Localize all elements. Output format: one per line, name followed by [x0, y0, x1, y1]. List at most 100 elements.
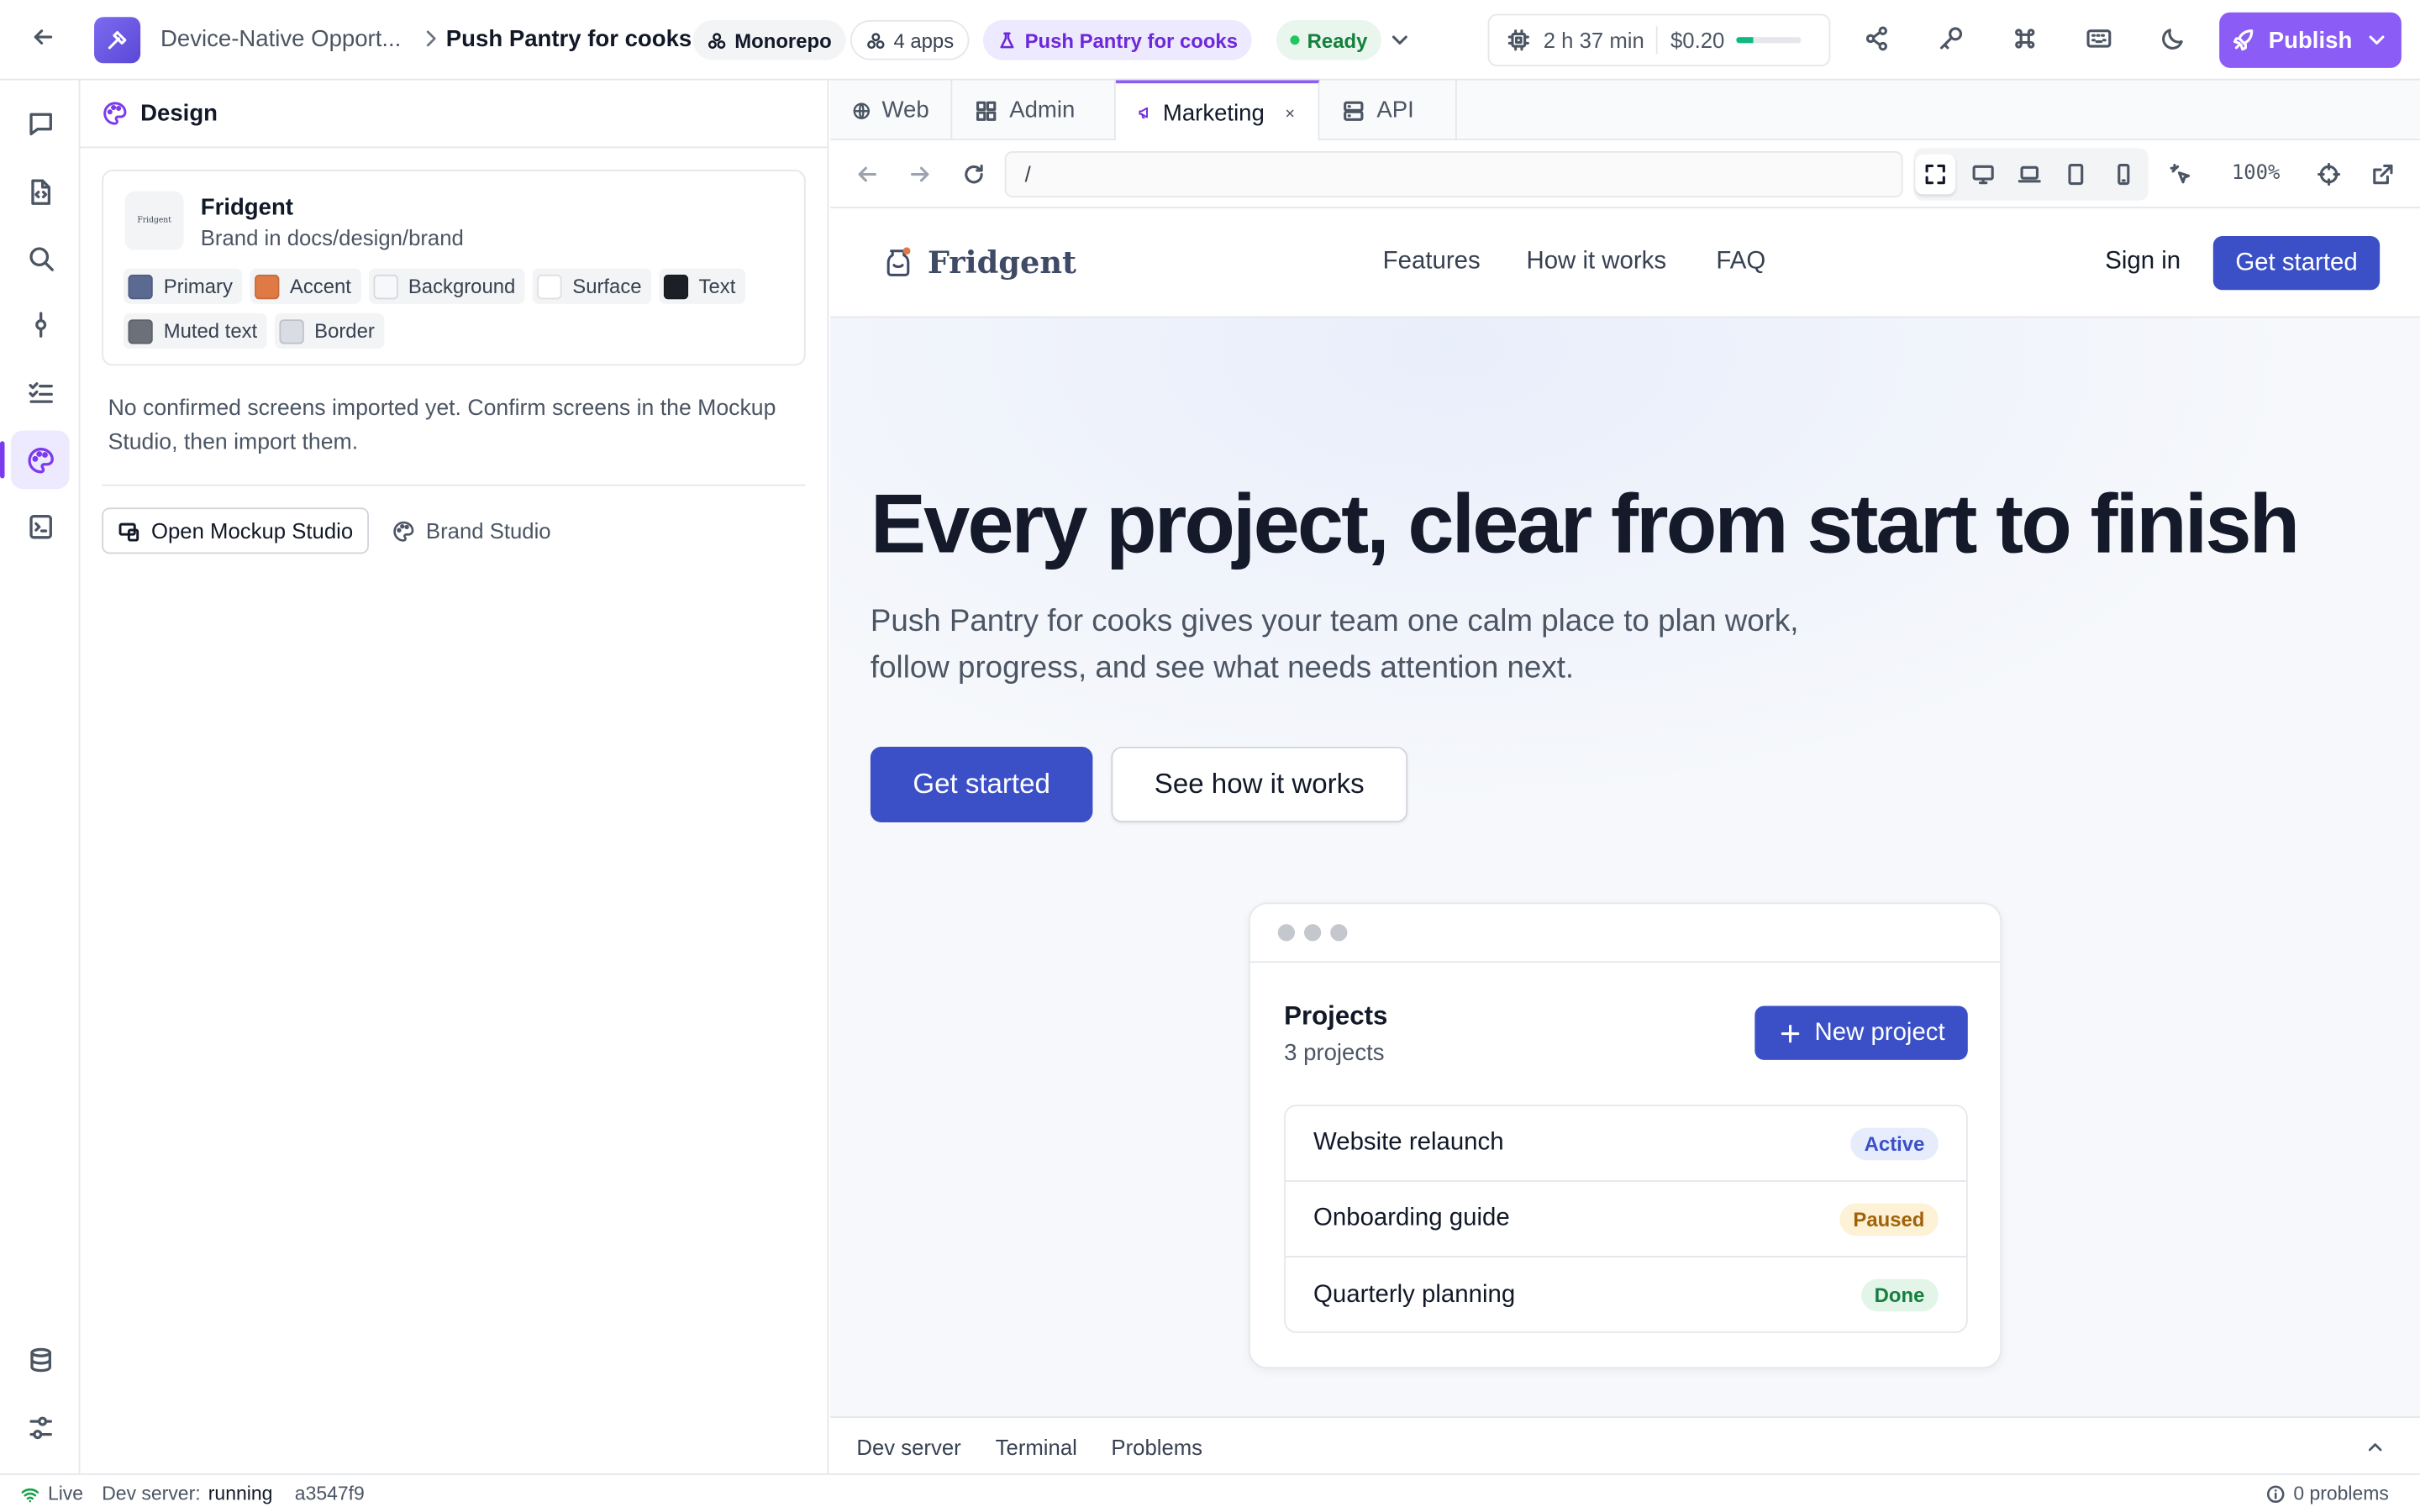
- chat-icon[interactable]: [11, 94, 70, 153]
- product-mockup: Projects 3 projects New project Website …: [1248, 902, 2002, 1369]
- zoom-level[interactable]: 100%: [2232, 162, 2281, 186]
- divider: [102, 484, 806, 486]
- list-item[interactable]: Onboarding guide Paused: [1285, 1182, 1966, 1257]
- dev-server-label: Dev server:: [102, 1483, 201, 1504]
- color-swatch[interactable]: Surface: [532, 268, 651, 304]
- cubes-icon: [867, 32, 885, 49]
- hero-get-started-button[interactable]: Get started: [870, 746, 1093, 822]
- apps-badge[interactable]: 4 apps: [850, 19, 970, 60]
- tab-marketing[interactable]: Marketing: [1115, 80, 1320, 142]
- color-swatch[interactable]: Text: [658, 268, 745, 304]
- project-badge[interactable]: Push Pantry for cooks: [982, 19, 1252, 60]
- tab-admin[interactable]: Admin: [952, 80, 1116, 141]
- brand-studio-button[interactable]: Brand Studio: [392, 507, 551, 554]
- fullscreen-icon[interactable]: [1915, 154, 1956, 195]
- usage-stats[interactable]: 2 h 37 min $0.20: [1487, 13, 1831, 66]
- palette-icon[interactable]: [10, 430, 70, 490]
- monorepo-badge[interactable]: Monorepo: [692, 19, 846, 60]
- jar-icon: [886, 247, 911, 276]
- monorepo-label: Monorepo: [734, 28, 832, 52]
- code-file-icon[interactable]: [11, 162, 70, 221]
- desktop-icon[interactable]: [1963, 155, 2003, 195]
- app-logo-icon[interactable]: [94, 17, 141, 64]
- tab-terminal[interactable]: Terminal: [996, 1435, 1077, 1459]
- live-label: Live: [47, 1483, 84, 1504]
- brand-studio-label: Brand Studio: [425, 518, 551, 543]
- breadcrumb-parent[interactable]: Device-Native Opport...: [160, 26, 401, 52]
- panel-header: Design: [80, 81, 828, 149]
- tab-problems[interactable]: Problems: [1111, 1435, 1202, 1459]
- color-swatch[interactable]: Background: [368, 268, 525, 304]
- chevron-up-icon[interactable]: [2365, 1436, 2386, 1458]
- nav-features[interactable]: Features: [1383, 249, 1481, 276]
- tab-api[interactable]: API: [1319, 80, 1457, 141]
- commit-icon[interactable]: [11, 295, 70, 354]
- mockup-icon: [118, 522, 139, 541]
- sparkle-pointer-icon[interactable]: [2169, 162, 2193, 186]
- sign-in-link[interactable]: Sign in: [2105, 249, 2181, 276]
- tablet-icon[interactable]: [2055, 155, 2096, 195]
- laptop-icon[interactable]: [2009, 155, 2049, 195]
- publish-label: Publish: [2268, 27, 2353, 54]
- hero-text: Push Pantry for cooks gives your team on…: [870, 604, 1799, 685]
- tab-label: Web: [881, 97, 929, 123]
- status-badge: Done: [1860, 1278, 1939, 1312]
- moon-icon[interactable]: [2160, 24, 2187, 52]
- left-rail: [0, 80, 81, 1474]
- budget-progress-fill: [1737, 37, 1754, 44]
- tab-dev-server[interactable]: Dev server: [856, 1435, 960, 1459]
- projects-count: 3 projects: [1284, 1039, 1385, 1067]
- tab-web[interactable]: Web: [830, 80, 953, 141]
- search-icon[interactable]: [11, 228, 70, 287]
- brand-card[interactable]: Fridgent Fridgent Brand in docs/design/b…: [102, 170, 806, 366]
- swatch-label: Background: [408, 274, 516, 298]
- share-icon[interactable]: [1863, 24, 1891, 52]
- arrow-left-icon[interactable]: [855, 162, 880, 186]
- url-input[interactable]: /: [1004, 150, 1903, 198]
- arrow-right-icon[interactable]: [908, 162, 932, 186]
- key-icon[interactable]: [1937, 24, 1965, 52]
- open-mockup-studio-button[interactable]: Open Mockup Studio: [102, 507, 369, 554]
- color-swatch[interactable]: Accent: [250, 268, 360, 304]
- back-arrow-icon[interactable]: [31, 24, 55, 49]
- device-toggle: [1913, 148, 2149, 201]
- new-project-label: New project: [1814, 1019, 1945, 1046]
- project-name: Quarterly planning: [1313, 1281, 1516, 1308]
- problems-count[interactable]: 0 problems: [2265, 1483, 2389, 1504]
- chevron-down-icon: [2369, 35, 2385, 45]
- new-project-button[interactable]: New project: [1754, 1005, 1968, 1060]
- commit-hash: a3547f9: [294, 1483, 365, 1504]
- nav-get-started-button[interactable]: Get started: [2212, 236, 2381, 291]
- projects-list: Website relaunch Active Onboarding guide…: [1284, 1105, 1968, 1333]
- site-preview: Fridgent Features How it works FAQ Sign …: [830, 209, 2420, 1417]
- status-badge[interactable]: Ready: [1276, 19, 1381, 60]
- nav-faq[interactable]: FAQ: [1716, 249, 1765, 276]
- terminal-doc-icon[interactable]: [11, 496, 70, 555]
- see-how-it-works-button[interactable]: See how it works: [1111, 746, 1408, 822]
- reload-icon[interactable]: [961, 162, 986, 186]
- list-item[interactable]: Website relaunch Active: [1285, 1106, 1966, 1182]
- keyboard-icon[interactable]: [2085, 24, 2112, 52]
- phone-icon[interactable]: [2103, 155, 2144, 195]
- database-icon[interactable]: [11, 1330, 70, 1389]
- nav-how-it-works[interactable]: How it works: [1526, 249, 1666, 276]
- list-item[interactable]: Quarterly planning Done: [1286, 1257, 1966, 1331]
- dev-server-status[interactable]: Dev server: running: [102, 1483, 272, 1504]
- brand-thumbnail: Fridgent: [124, 191, 184, 250]
- color-swatch[interactable]: Border: [274, 312, 384, 349]
- color-swatch[interactable]: Primary: [123, 268, 242, 304]
- site-logo[interactable]: Fridgent: [881, 244, 1076, 281]
- external-link-icon[interactable]: [2370, 162, 2395, 186]
- tab-label: API: [1376, 97, 1414, 123]
- command-icon[interactable]: [2011, 24, 2039, 52]
- megaphone-icon: [1139, 107, 1148, 118]
- bottom-panel-tabs: Dev server Terminal Problems: [830, 1416, 2420, 1474]
- target-icon[interactable]: [2317, 162, 2341, 186]
- checklist-icon[interactable]: [11, 363, 70, 422]
- live-indicator[interactable]: Live: [20, 1483, 83, 1504]
- color-swatch[interactable]: Muted text: [123, 312, 267, 349]
- chevron-down-icon[interactable]: [1387, 28, 1412, 52]
- publish-button[interactable]: Publish: [2219, 12, 2402, 68]
- close-icon[interactable]: [1285, 102, 1297, 123]
- settings-sliders-icon[interactable]: [11, 1398, 70, 1457]
